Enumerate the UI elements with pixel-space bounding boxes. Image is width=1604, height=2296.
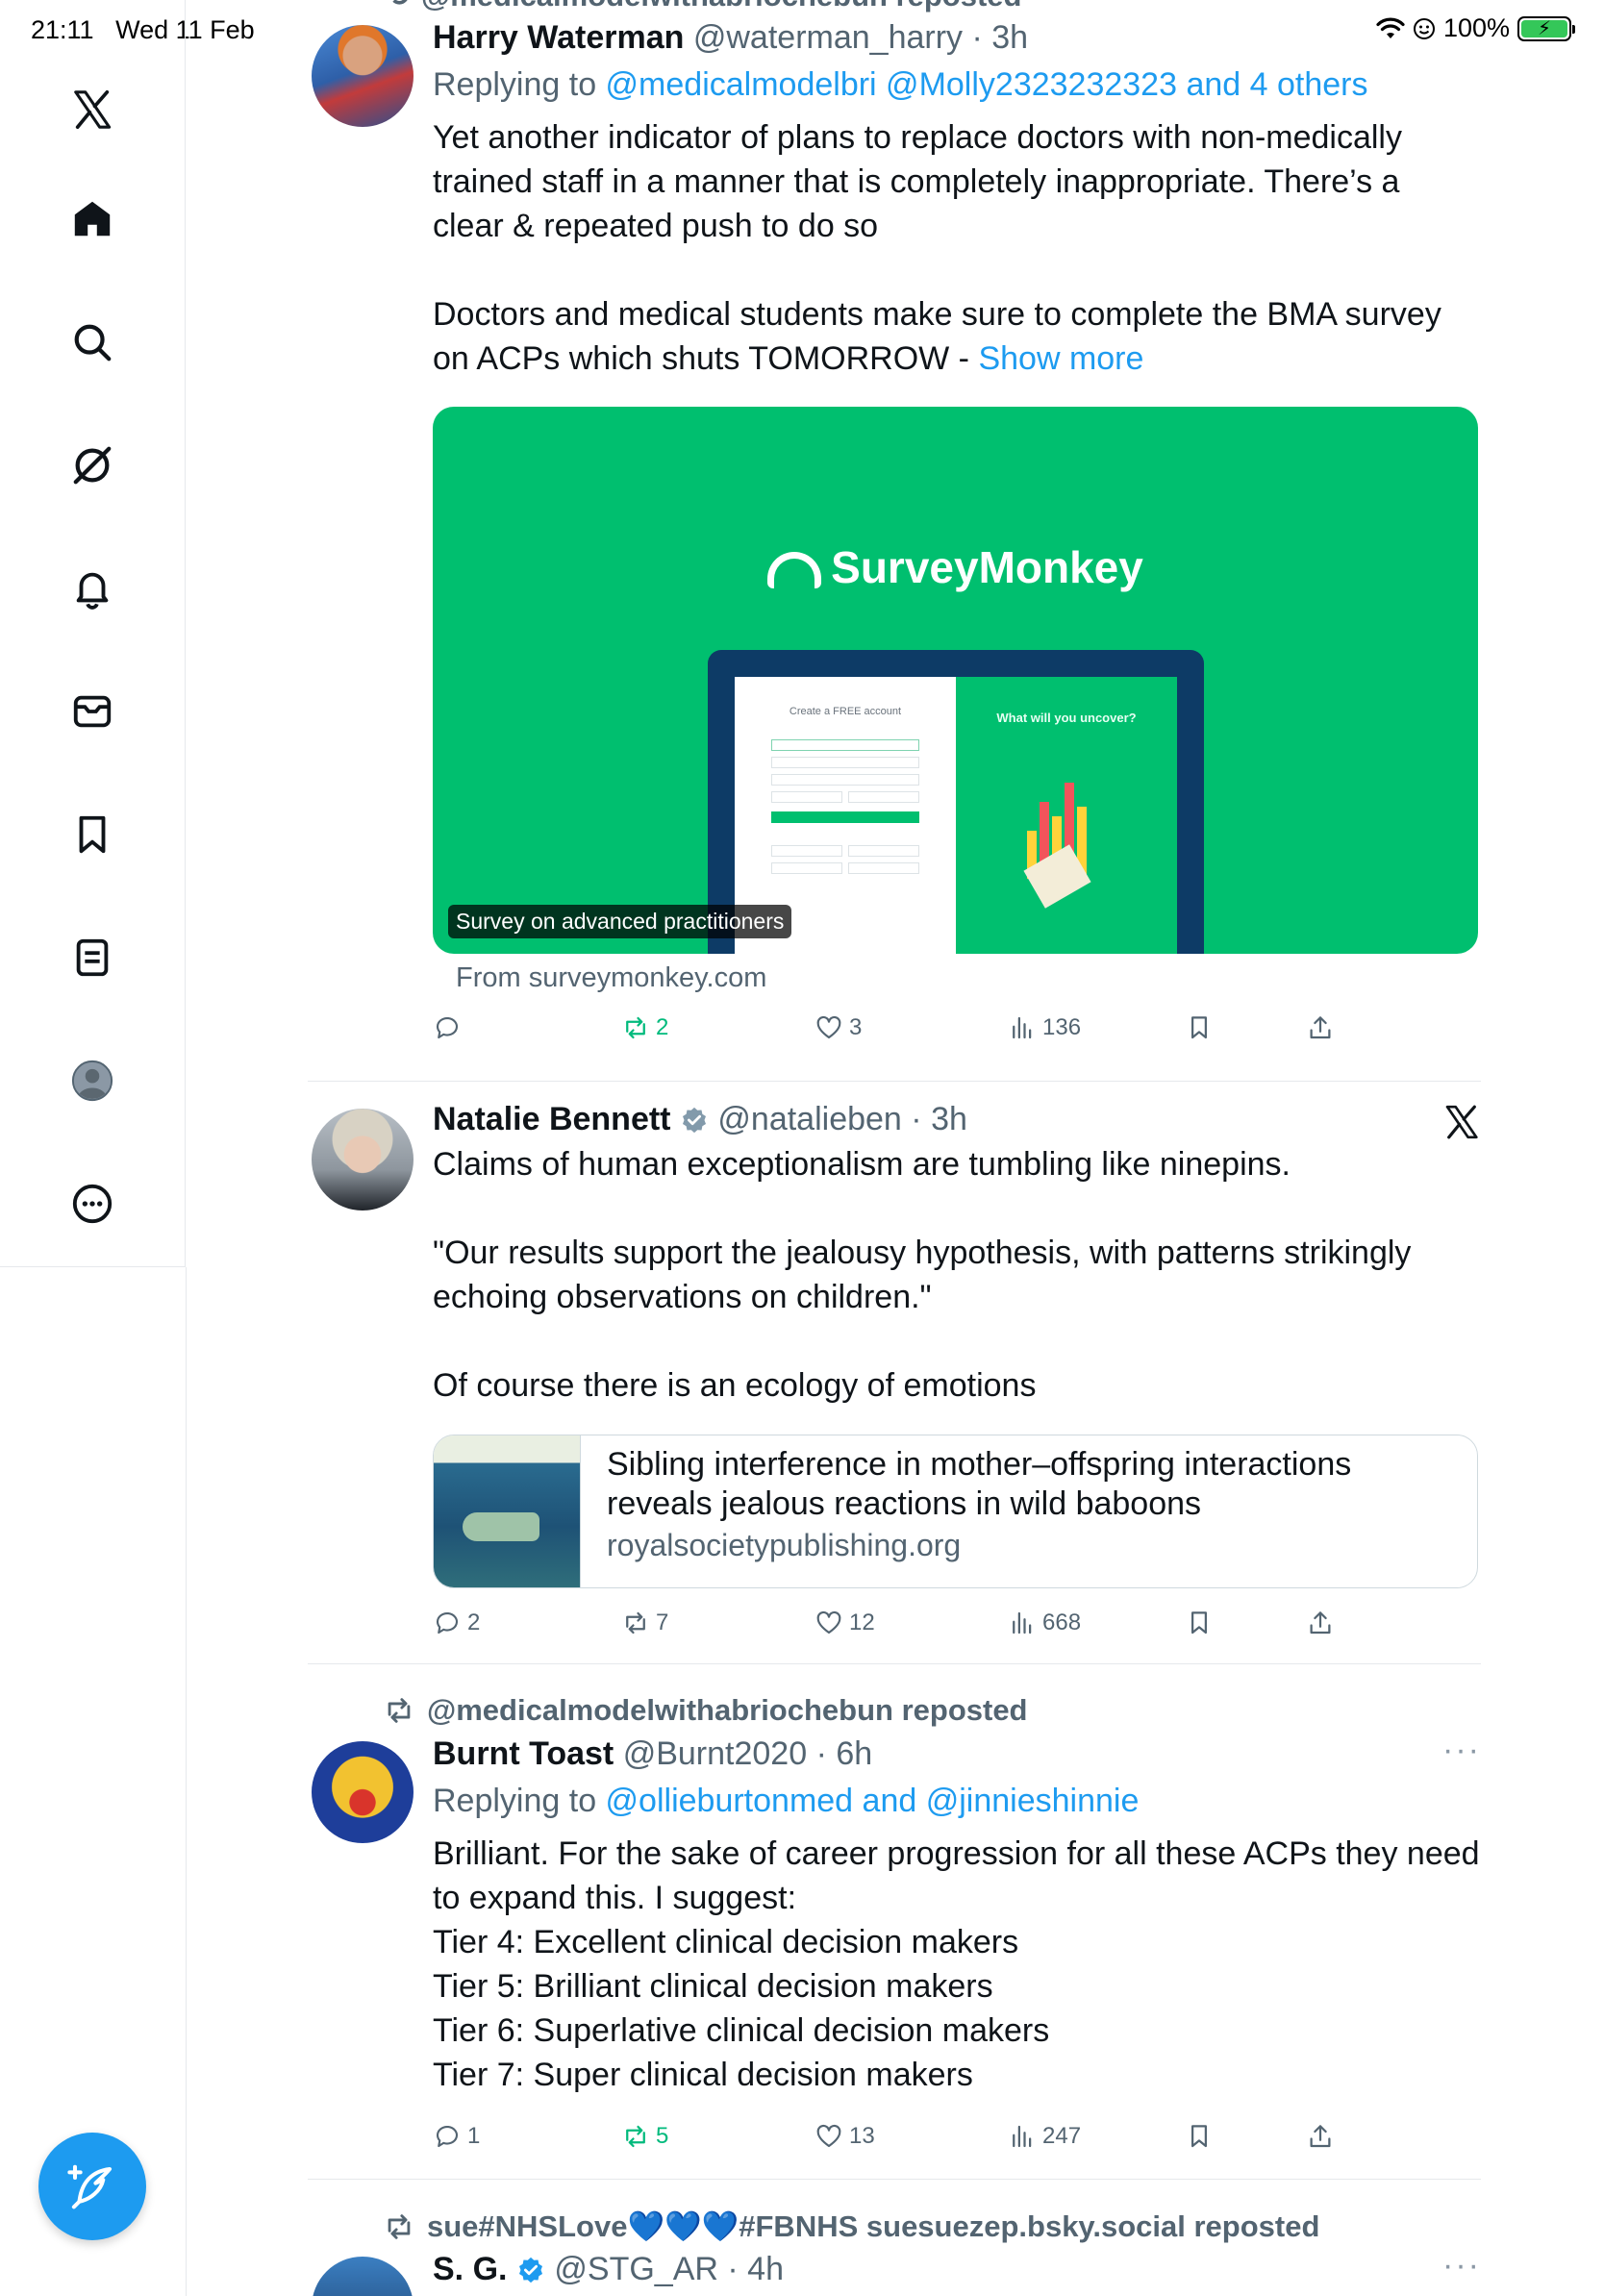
link-card-image[interactable]: SurveyMonkey Create a FREE account What … — [433, 407, 1478, 954]
views-button[interactable]: 136 — [1008, 1013, 1081, 1042]
tweet-header: Natalie Bennett @natalieben · 3h — [433, 1101, 967, 1137]
article-link-card[interactable]: Sibling interference in mother–offspring… — [433, 1435, 1478, 1588]
article-domain: royalsocietypublishing.org — [607, 1528, 962, 1562]
views-button[interactable]: 247 — [1008, 2122, 1081, 2151]
avatar[interactable] — [312, 1109, 414, 1210]
tweet-time[interactable]: 4h — [747, 2251, 784, 2287]
tweet-body: Yet another indicator of plans to replac… — [433, 119, 1441, 377]
replying-to: Replying to @medicalmodelbri @Molly23232… — [433, 66, 1368, 103]
author-handle[interactable]: @waterman_harry — [693, 19, 963, 56]
replying-to: Replying to @ollieburtonmed and @jinnies… — [433, 1783, 1140, 1819]
like-button[interactable]: 13 — [815, 2122, 875, 2151]
compose-post-button[interactable] — [38, 2133, 146, 2240]
grok-icon[interactable] — [65, 438, 119, 492]
repost-header: @medicalmodelwithabriochebun reposted — [383, 1693, 1028, 1728]
sidebar-nav — [0, 0, 186, 1267]
article-thumbnail — [434, 1435, 581, 1587]
reply-button[interactable]: 2 — [433, 1609, 480, 1637]
tweet-time[interactable]: 3h — [931, 1101, 967, 1137]
verified-badge-icon — [518, 2257, 542, 2284]
show-more-link[interactable]: Show more — [978, 340, 1143, 377]
repost-header: sue#NHSLove💙💙💙#FBNHS suesuezep.bsky.soci… — [383, 2209, 1319, 2244]
tweet-header: Burnt Toast @Burnt2020 · 6h — [433, 1735, 873, 1772]
tweet-body: Brilliant. For the sake of career progre… — [433, 1835, 1480, 2093]
author-handle[interactable]: @natalieben — [717, 1101, 901, 1137]
monkey-icon — [767, 552, 822, 588]
tweet-time[interactable]: 3h — [991, 19, 1028, 56]
x-logo-icon[interactable] — [1442, 1103, 1481, 1146]
lists-icon[interactable] — [65, 931, 119, 985]
messages-envelope-icon[interactable] — [65, 685, 119, 738]
reply-mentions-link[interactable]: @medicalmodelbri @Molly2323232323 and 4 … — [606, 66, 1368, 103]
tweet-divider — [308, 2179, 1481, 2180]
tweet-body: Claims of human exceptionalism are tumbl… — [433, 1146, 1412, 1404]
compose-feather-icon — [67, 2164, 113, 2209]
avatar[interactable] — [312, 2257, 414, 2296]
repost-icon: ⟲ — [385, 0, 410, 13]
search-icon[interactable] — [65, 315, 119, 369]
article-title: Sibling interference in mother–offspring… — [607, 1446, 1352, 1522]
reply-button[interactable]: 1 — [433, 2122, 480, 2151]
home-icon[interactable] — [65, 192, 119, 246]
repost-icon — [388, 2213, 411, 2239]
repost-header: ⟲@medicalmodelwithabriochebun reposted — [385, 0, 1021, 13]
author-name[interactable]: S. G. — [433, 2251, 507, 2287]
bar-graphic — [1023, 763, 1104, 909]
share-button[interactable] — [1306, 1609, 1335, 1637]
tweet-header: S. G. @STG_AR · 4h — [433, 2251, 784, 2287]
more-options-icon[interactable] — [65, 1177, 119, 1231]
bookmarks-icon[interactable] — [65, 808, 119, 861]
views-button[interactable]: 668 — [1008, 1609, 1081, 1637]
author-name[interactable]: Harry Waterman — [433, 19, 684, 56]
like-button[interactable]: 12 — [815, 1609, 875, 1637]
author-name[interactable]: Natalie Bennett — [433, 1101, 671, 1137]
card-source[interactable]: From surveymonkey.com — [456, 962, 766, 994]
bookmark-button[interactable] — [1185, 1013, 1214, 1042]
reply-button[interactable] — [433, 1013, 467, 1042]
share-button[interactable] — [1306, 2122, 1335, 2151]
author-handle[interactable]: @Burnt2020 — [623, 1735, 807, 1772]
repost-icon — [388, 1698, 411, 1723]
battery-icon: ⚡ — [1517, 15, 1575, 41]
share-button[interactable] — [1306, 1013, 1335, 1042]
author-name[interactable]: Burnt Toast — [433, 1735, 614, 1772]
reply-mentions-link[interactable]: @ollieburtonmed and @jinnieshinnie — [606, 1783, 1140, 1819]
verified-badge-icon — [682, 1107, 706, 1134]
tweet-divider — [308, 1081, 1481, 1082]
avatar[interactable] — [312, 25, 414, 127]
surveymonkey-logo: SurveyMonkey — [433, 541, 1478, 593]
tweet-actions: 1 5 13 247 — [433, 2122, 1356, 2160]
like-button[interactable]: 3 — [815, 1013, 862, 1042]
repost-button[interactable]: 2 — [621, 1013, 668, 1042]
avatar[interactable] — [312, 1741, 414, 1843]
tweet-header: Harry Waterman @waterman_harry · 3h — [433, 19, 1029, 56]
author-handle[interactable]: @STG_AR — [554, 2251, 718, 2287]
tweet-time[interactable]: 6h — [836, 1735, 872, 1772]
notifications-bell-icon[interactable] — [65, 562, 119, 615]
bookmark-button[interactable] — [1185, 1609, 1214, 1637]
profile-avatar-icon[interactable] — [65, 1054, 119, 1108]
tweet-actions: 2 7 12 668 — [433, 1609, 1356, 1647]
bookmark-button[interactable] — [1185, 2122, 1214, 2151]
tweet-actions: 2 3 136 — [433, 1013, 1356, 1052]
sidebar-divider — [186, 1267, 187, 2296]
x-logo-icon[interactable] — [65, 83, 119, 137]
repost-button[interactable]: 5 — [621, 2122, 668, 2151]
repost-button[interactable]: 7 — [621, 1609, 668, 1637]
tweet-divider — [308, 1663, 1481, 1664]
image-alt-badge[interactable]: Survey on advanced practitioners — [448, 905, 792, 938]
